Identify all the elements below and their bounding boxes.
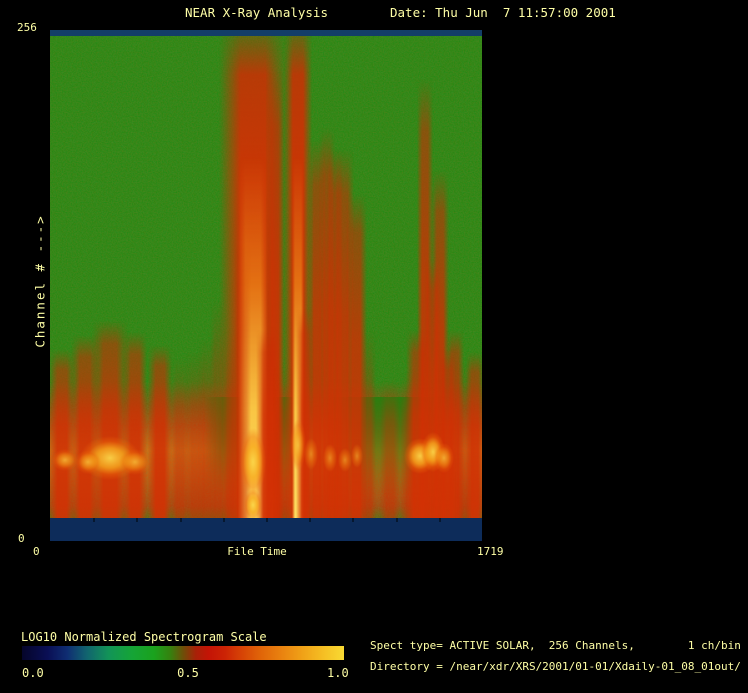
colorbar-tick-0: 0.0 <box>22 666 44 680</box>
colorbar-gradient <box>22 646 344 660</box>
colorbar-tick-1: 0.5 <box>177 666 199 680</box>
emission-glow <box>244 488 263 521</box>
emission-glow <box>74 449 101 474</box>
x-axis-title: File Time <box>227 545 287 558</box>
minor-tick <box>222 518 225 522</box>
minor-tick <box>266 518 268 522</box>
colorbar-tick-2: 1.0 <box>327 666 349 680</box>
flare-streak <box>222 329 238 520</box>
colorbar-title: LOG10 Normalized Spectrogram Scale <box>21 630 267 644</box>
y-axis-title: Channel # ---> <box>32 214 48 348</box>
top-border-band <box>50 30 482 36</box>
flare-streak <box>379 378 401 520</box>
minor-tick <box>309 518 312 522</box>
minor-tick <box>136 518 139 522</box>
flare-streak <box>360 329 376 520</box>
emission-glow <box>303 438 318 470</box>
x-axis-max-label: 1719 <box>477 545 504 558</box>
x-axis-min-label: 0 <box>33 545 40 558</box>
flare-streak <box>465 352 482 520</box>
minor-tick <box>438 518 441 522</box>
spectrogram-plot <box>50 30 482 541</box>
page-title: NEAR X-Ray Analysis <box>185 5 328 20</box>
flare-streak <box>148 344 172 520</box>
y-axis-min-label: 0 <box>18 532 25 545</box>
emission-glow <box>434 442 455 473</box>
emission-glow <box>118 448 151 475</box>
y-axis-max-label: 256 <box>17 21 37 34</box>
near-xray-analysis-window: { "header": { "title": "NEAR X-Ray Analy… <box>0 0 748 693</box>
minor-tick <box>179 518 182 522</box>
flare-streak <box>184 352 206 520</box>
emission-glow <box>240 427 267 496</box>
flare-streak <box>296 309 315 520</box>
date-label: Date: Thu Jun 7 11:57:00 2001 <box>390 5 616 20</box>
minor-tick <box>93 518 96 522</box>
minor-tick <box>395 518 398 522</box>
emission-glow <box>350 443 363 468</box>
minor-tick <box>352 518 355 522</box>
flare-streak <box>406 329 430 520</box>
directory-info: Directory = /near/xdr/XRS/2001/01-01/Xda… <box>370 660 741 673</box>
emission-glow <box>323 443 337 472</box>
flare-streak <box>123 331 147 520</box>
spect-type-info: Spect type= ACTIVE SOLAR, 256 Channels, … <box>370 639 741 652</box>
